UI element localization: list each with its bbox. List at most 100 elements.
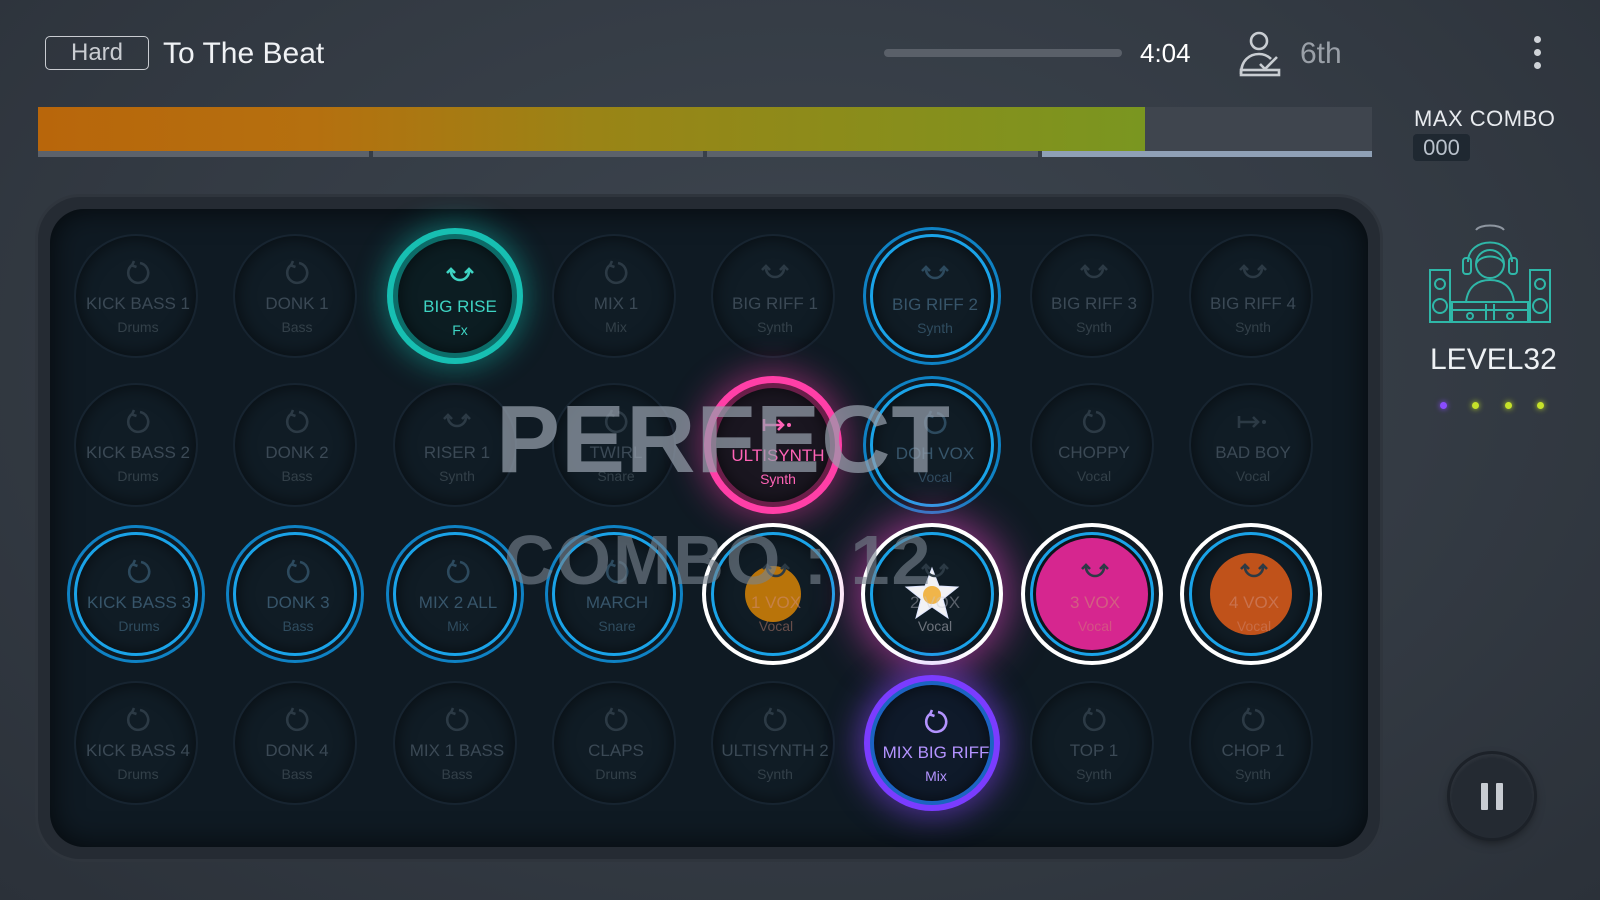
loop-icon: [554, 705, 678, 735]
loop-icon: [1032, 407, 1156, 437]
pad-category: Drums: [117, 319, 159, 335]
pad-label: BIG RIFF 2: [892, 295, 978, 314]
pad-label: MIX 1: [593, 294, 639, 313]
pad-mix-1[interactable]: MIX 1 Mix: [552, 234, 676, 358]
more-options-icon[interactable]: [1532, 36, 1542, 74]
pad-label: TOP 1: [1069, 741, 1119, 760]
pad-chop-1[interactable]: CHOP 1 Synth: [1189, 681, 1313, 805]
level-dot: [1440, 402, 1447, 409]
pad-category: Fx: [452, 322, 468, 338]
pad-category: Drums: [117, 766, 159, 782]
pad-category: Drums: [595, 766, 637, 782]
combo-text: COMBO : 12: [504, 521, 933, 599]
pad-kick-bass-4[interactable]: KICK BASS 4 Drums: [74, 681, 198, 805]
loop-icon: [235, 407, 359, 437]
pad-claps[interactable]: CLAPS Drums: [552, 681, 676, 805]
pad-kick-bass-2[interactable]: KICK BASS 2 Drums: [74, 383, 198, 507]
pad-label: DONK 1: [265, 294, 329, 313]
oneshot-icon: [398, 261, 522, 291]
pad-kick-bass-1[interactable]: KICK BASS 1 Drums: [74, 234, 198, 358]
max-combo-label: MAX COMBO: [1414, 106, 1556, 131]
pad-label: KICK BASS 1: [86, 294, 190, 313]
pad-label: MIX BIG RIFF: [882, 743, 990, 762]
pad-category: Drums: [117, 468, 159, 484]
pad-label: DONK 4: [265, 741, 329, 760]
pad-donk-4[interactable]: DONK 4 Bass: [233, 681, 357, 805]
pause-icon: [1481, 783, 1488, 810]
oneshot-icon: [713, 258, 837, 288]
pad-big-riff-3[interactable]: BIG RIFF 3 Synth: [1030, 234, 1154, 358]
pause-button[interactable]: [1450, 754, 1534, 838]
pad-category: Synth: [757, 319, 793, 335]
pad-category: Vocal: [917, 618, 953, 634]
pad-category: Mix: [447, 618, 469, 634]
top-bar: Hard To The Beat 4:04 6th: [0, 0, 1600, 100]
pad-category: Synth: [1076, 766, 1112, 782]
pad-category: Bass: [281, 319, 313, 335]
loop-icon: [874, 707, 998, 737]
pad-label: CHOP 1: [1221, 741, 1285, 760]
oneshot-icon: [1191, 258, 1315, 288]
pad-category: Bass: [282, 618, 314, 634]
pad-mix-2-all[interactable]: MIX 2 ALL Mix: [393, 532, 517, 656]
pad-category: Vocal: [1235, 468, 1271, 484]
judgement-text: PERFECT: [496, 386, 952, 493]
loop-icon: [76, 258, 200, 288]
pad-mix-big-riff[interactable]: MIX BIG RIFF Mix: [870, 681, 994, 805]
oneshot-icon: [1192, 557, 1316, 587]
loop-icon: [1032, 705, 1156, 735]
pad-ultisynth-2[interactable]: ULTISYNTH 2 Synth: [711, 681, 835, 805]
pad-mix-1-bass[interactable]: MIX 1 BASS Bass: [393, 681, 517, 805]
pad-category: Drums: [118, 618, 160, 634]
pad-donk-3[interactable]: DONK 3 Bass: [233, 532, 357, 656]
pad-donk-1[interactable]: DONK 1 Bass: [233, 234, 357, 358]
loop-icon: [395, 705, 519, 735]
pad-category: Snare: [598, 618, 636, 634]
pad-category: Synth: [1235, 766, 1271, 782]
pad-label: CHOPPY: [1058, 443, 1130, 462]
loop-icon: [236, 557, 360, 587]
pad-donk-2[interactable]: DONK 2 Bass: [233, 383, 357, 507]
pad-category: Bass: [441, 766, 473, 782]
pad-4-vox[interactable]: 4 VOX Vocal: [1189, 532, 1313, 656]
pad-category: Vocal: [1076, 468, 1112, 484]
pad-category: Bass: [281, 468, 313, 484]
song-title: To The Beat: [163, 37, 325, 70]
pad-label: BIG RIFF 1: [732, 294, 818, 313]
pad-category: Synth: [757, 766, 793, 782]
rank-position: 6th: [1300, 37, 1342, 70]
pad-label: KICK BASS 3: [87, 593, 191, 612]
dj-rank-icon: [1239, 31, 1281, 77]
level-dot: [1536, 402, 1544, 409]
pad-category: Vocal: [758, 618, 794, 634]
song-progress-bar: [884, 49, 1122, 57]
pad-label: DONK 3: [266, 593, 330, 612]
pad-label: BIG RIFF 4: [1210, 294, 1296, 313]
loop-icon: [76, 705, 200, 735]
score-bar: [38, 107, 1372, 151]
pad-category: Mix: [925, 768, 947, 784]
pad-kick-bass-3[interactable]: KICK BASS 3 Drums: [74, 532, 198, 656]
pad-label: MIX 1 BASS: [409, 741, 505, 760]
pad-bad-boy[interactable]: BAD BOY Vocal: [1189, 383, 1313, 507]
loop-icon: [554, 258, 678, 288]
player-level: LEVEL32: [1430, 343, 1557, 376]
difficulty-badge: Hard: [45, 36, 149, 70]
pad-big-riff-1[interactable]: BIG RIFF 1 Synth: [711, 234, 835, 358]
max-combo-value: 000: [1413, 134, 1470, 161]
pad-3-vox[interactable]: 3 VOX Vocal: [1030, 532, 1154, 656]
score-segments: [38, 151, 1372, 157]
pad-top-1[interactable]: TOP 1 Synth: [1030, 681, 1154, 805]
pad-big-rise[interactable]: BIG RISE Fx: [393, 234, 517, 358]
pad-category: Synth: [1076, 319, 1112, 335]
pad-category: Mix: [605, 319, 627, 335]
pad-big-riff-4[interactable]: BIG RIFF 4 Synth: [1189, 234, 1313, 358]
pad-category: Synth: [1235, 319, 1271, 335]
pad-choppy[interactable]: CHOPPY Vocal: [1030, 383, 1154, 507]
pad-big-riff-2[interactable]: BIG RIFF 2 Synth: [870, 234, 994, 358]
level-dot: [1472, 402, 1480, 409]
pad-category: Vocal: [1236, 618, 1272, 634]
loop-icon: [76, 407, 200, 437]
hold-icon: [1191, 407, 1315, 437]
level-dot: [1504, 402, 1512, 409]
